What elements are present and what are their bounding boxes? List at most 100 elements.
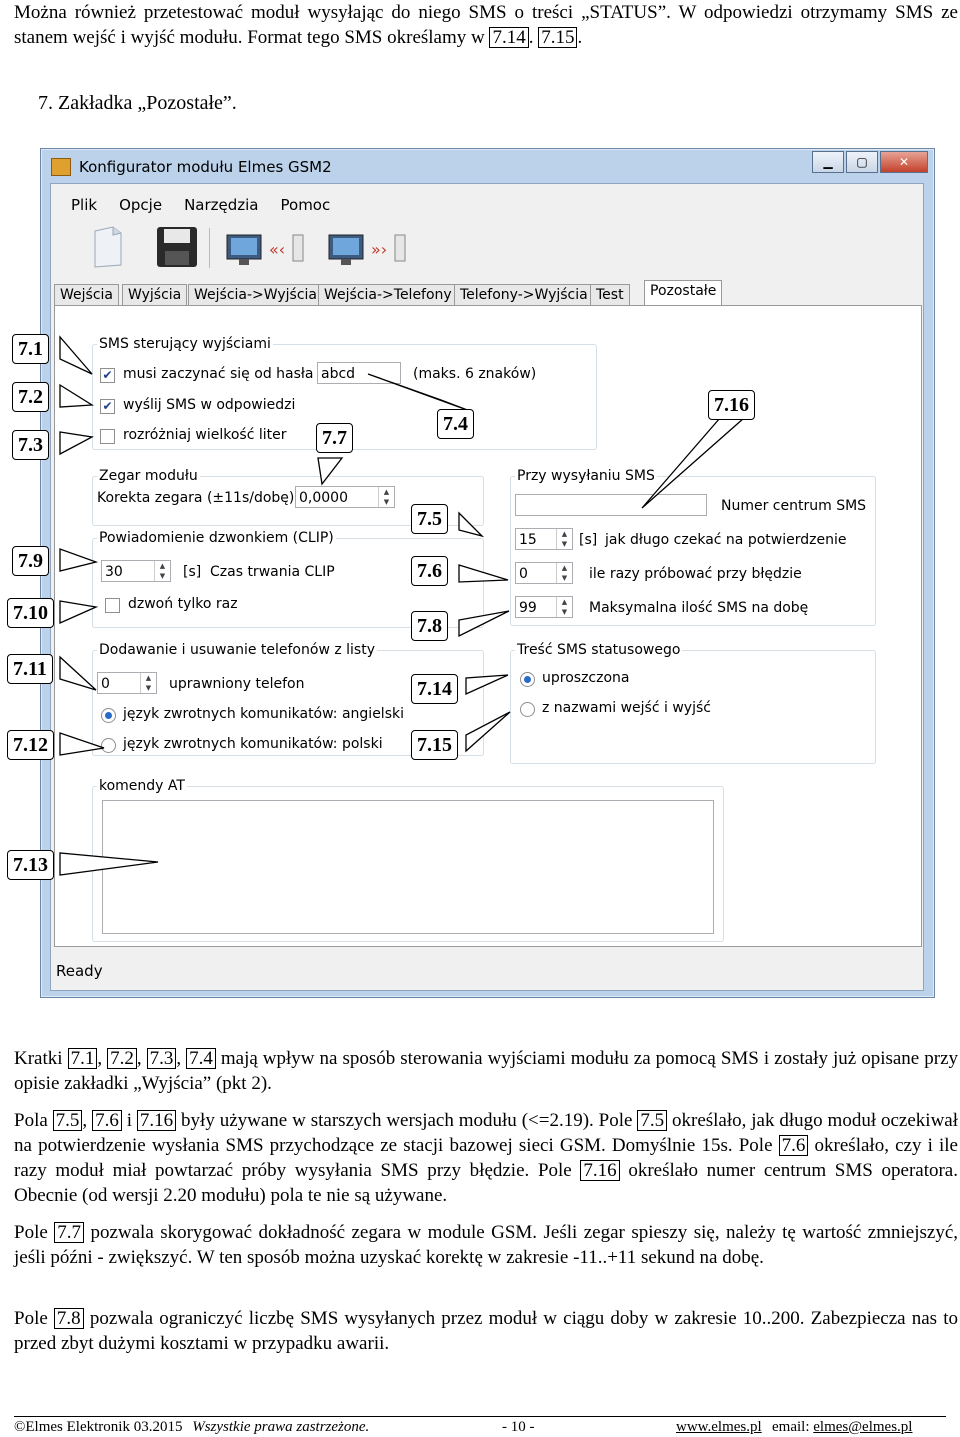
password-label: musi zaczynać się od hasła (123, 366, 314, 382)
callout-7-7: 7.7 (316, 423, 353, 453)
toolbar: «‹ »› (51, 222, 923, 274)
group-title: Treść SMS statusowego (515, 642, 683, 658)
ring-once-checkbox[interactable] (105, 598, 120, 613)
footer-rights: Wszystkie prawa zastrzeżone. (192, 1419, 370, 1435)
wait-unit: [s] (579, 532, 598, 548)
tab-test[interactable]: Test (590, 284, 630, 306)
menu-narzedzia[interactable]: Narzędzia (184, 196, 258, 214)
clock-label: Korekta zegara (±11s/dobę) (97, 490, 295, 506)
status-names-label: z nazwami wejść i wyjść (542, 700, 711, 716)
menu-pomoc[interactable]: Pomoc (281, 196, 331, 214)
callout-7-12: 7.12 (7, 730, 54, 760)
wait-input[interactable]: 15 ▲ ▼ (515, 528, 573, 550)
menu-bar: Plik Opcje Narzędzia Pomoc (71, 196, 352, 214)
group-title: Dodawanie i usuwanie telefonów z listy (97, 642, 377, 658)
phone-label: uprawniony telefon (169, 676, 305, 692)
retry-label: ile razy próbować przy błędzie (589, 566, 802, 582)
callout-7-8: 7.8 (411, 611, 448, 641)
status-simple-radio[interactable] (520, 672, 535, 687)
tab-wejscia[interactable]: Wejścia (54, 284, 119, 306)
paragraph-4: Pole 7.8 pozwala ograniczyć liczbę SMS w… (14, 1308, 958, 1354)
paragraph-1: Kratki 7.1, 7.2, 7.3, 7.4 mają wpływ na … (14, 1048, 959, 1094)
status-text: Ready (56, 962, 103, 980)
tab-telefony-wyjscia[interactable]: Telefony->Wyjścia (454, 284, 594, 306)
sms-center-input[interactable] (515, 494, 707, 516)
status-names-radio[interactable] (520, 702, 535, 717)
menu-plik[interactable]: Plik (71, 196, 97, 214)
at-commands-textarea[interactable] (102, 800, 714, 934)
clip-label: Czas trwania CLIP (210, 564, 335, 580)
ref-box: 7.15 (538, 27, 578, 48)
group-title: Powiadomienie dzwonkiem (CLIP) (97, 530, 336, 546)
save-icon[interactable] (155, 225, 199, 269)
read-device-icon[interactable]: «‹ (221, 225, 311, 269)
spinner-arrows-icon[interactable]: ▲ ▼ (154, 561, 170, 581)
tab-wejscia-wyjscia[interactable]: Wejścia->Wyjścia (188, 284, 323, 306)
ref-box: 7.14 (489, 27, 529, 48)
lang-pl-label: język zwrotnych komunikatów: polski (123, 736, 383, 752)
app-icon (51, 158, 71, 176)
callout-7-13: 7.13 (7, 850, 54, 880)
max-sms-input[interactable]: 99 ▲ ▼ (515, 596, 573, 618)
callout-7-5: 7.5 (411, 504, 448, 534)
minimize-button[interactable]: ▁ (812, 151, 844, 173)
phone-input[interactable]: 0 ▲ ▼ (97, 672, 157, 694)
callout-7-6: 7.6 (411, 556, 448, 586)
status-bar: Ready (51, 946, 923, 988)
page-number: - 10 - (502, 1419, 535, 1435)
spinner-arrows-icon[interactable]: ▲ ▼ (556, 597, 572, 617)
reply-checkbox[interactable]: ✔ (100, 399, 115, 414)
menu-opcje[interactable]: Opcje (119, 196, 162, 214)
lang-pl-radio[interactable] (101, 738, 116, 753)
callout-7-15: 7.15 (411, 730, 458, 760)
maximize-button[interactable]: ▢ (846, 151, 878, 173)
footer-site-link[interactable]: www.elmes.pl (676, 1419, 762, 1436)
callout-7-14: 7.14 (411, 674, 458, 704)
max-sms-label: Maksymalna ilość SMS na dobę (589, 600, 809, 616)
tab-pozostale[interactable]: Pozostałe (644, 280, 723, 307)
app-window: Konfigurator modułu Elmes GSM2 ▁ ▢ ✕ Pli… (40, 148, 935, 998)
tab-wejscia-telefony[interactable]: Wejścia->Telefony (318, 284, 458, 306)
paragraph-2: Pola 7.5, 7.6 i 7.16 były używane w star… (14, 1110, 959, 1206)
callout-7-1: 7.1 (12, 334, 49, 364)
spinner-arrows-icon[interactable]: ▲ ▼ (378, 487, 394, 507)
callout-7-3: 7.3 (12, 430, 49, 460)
footer-email-link[interactable]: elmes@elmes.pl (813, 1419, 912, 1435)
ring-once-label: dzwoń tylko raz (128, 596, 238, 612)
spinner-arrows-icon[interactable]: ▲ ▼ (140, 673, 156, 693)
footer-copyright: ©Elmes Elektronik 03.2015 (14, 1419, 183, 1435)
tab-page-pozostale: SMS sterujący wyjściami ✔ musi zaczynać … (54, 305, 922, 947)
group-title: SMS sterujący wyjściami (97, 336, 273, 352)
retry-input[interactable]: 0 ▲ ▼ (515, 562, 573, 584)
status-simple-label: uproszczona (542, 670, 630, 686)
intro-paragraph: Można również przetestować moduł wysyłaj… (14, 2, 958, 48)
callout-7-16: 7.16 (708, 390, 755, 420)
callout-7-2: 7.2 (12, 382, 49, 412)
max-chars-note: (maks. 6 znaków) (413, 366, 537, 382)
callout-7-9: 7.9 (12, 546, 49, 576)
window-title: Konfigurator modułu Elmes GSM2 (79, 158, 332, 176)
lang-en-radio[interactable] (101, 708, 116, 723)
spinner-arrows-icon[interactable]: ▲ ▼ (556, 563, 572, 583)
svg-text:«‹: «‹ (269, 240, 285, 259)
section-heading: 7. Zakładka „Pozostałe”. (38, 92, 237, 114)
svg-text:»›: »› (371, 240, 387, 259)
callout-7-4: 7.4 (437, 409, 474, 439)
spinner-arrows-icon[interactable]: ▲ ▼ (556, 529, 572, 549)
open-file-icon[interactable] (87, 225, 127, 269)
password-input[interactable]: abcd (317, 362, 401, 384)
close-button[interactable]: ✕ (880, 151, 928, 173)
password-checkbox[interactable]: ✔ (100, 368, 115, 383)
clip-duration-input[interactable]: 30 ▲ ▼ (101, 560, 171, 582)
footer-email-label: email: (772, 1419, 814, 1435)
group-title: Zegar modułu (97, 468, 200, 484)
clock-correction-input[interactable]: 0,0000 ▲ ▼ (295, 486, 395, 508)
group-title: Przy wysyłaniu SMS (515, 468, 657, 484)
tab-wyjscia[interactable]: Wyjścia (122, 284, 188, 306)
paragraph-3: Pole 7.7 pozwala skorygować dokładność z… (14, 1222, 959, 1268)
wait-label: jak długo czekać na potwierdzenie (605, 532, 847, 548)
write-device-icon[interactable]: »› (323, 225, 413, 269)
case-checkbox[interactable] (100, 429, 115, 444)
group-title: komendy AT (97, 778, 187, 794)
lang-en-label: język zwrotnych komunikatów: angielski (123, 706, 404, 722)
